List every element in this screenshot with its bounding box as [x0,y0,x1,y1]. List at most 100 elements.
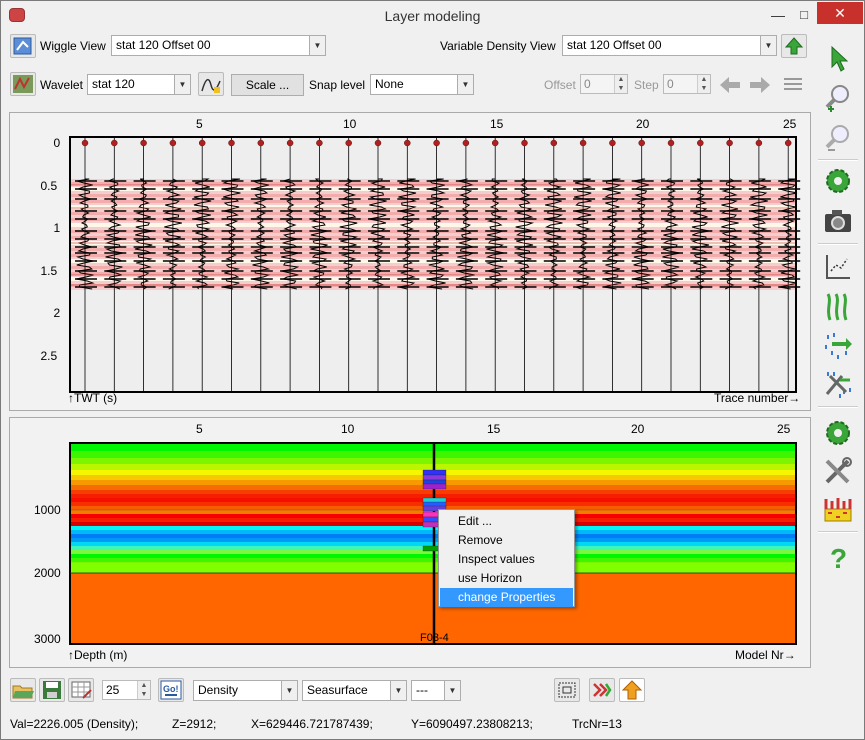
offset-spinner[interactable]: 0 ▲ ▼ [580,74,628,94]
zoom-out-icon[interactable] [822,123,854,155]
snap-level-select[interactable]: None ▼ [370,74,474,95]
trace-marker-dot [433,139,440,147]
x-tick-label: 10 [343,117,357,131]
close-icon[interactable]: ✕ [817,2,863,24]
x-tick-label: 5 [196,117,203,131]
surface-value: Seasurface [307,683,368,697]
wavelet-button[interactable] [10,72,36,96]
chevron-down-icon: ▼ [760,36,776,55]
variable-density-select[interactable]: stat 120 Offset 00 ▼ [562,35,777,56]
camera-icon[interactable] [822,205,854,237]
property-select[interactable]: Density ▼ [193,680,298,701]
trace-marker-dot [140,139,147,147]
trace-marker-dot [345,139,352,147]
surface-select[interactable]: Seasurface ▼ [302,680,407,701]
seismic-wiggle-panel: 5 10 15 20 25 0 0.5 1 1.5 2 2.5 ↑TWT (s) Trace nu… [9,112,811,411]
menu-item-inspect-values[interactable]: Inspect values [440,550,573,569]
wavelet-edit-icon [201,78,221,93]
step-spinner[interactable]: 0 ▲ ▼ [663,74,711,94]
settings2-icon[interactable] [822,417,854,449]
vd-settings-button[interactable] [781,34,807,58]
status-x: X=629446.721787439; [251,717,373,731]
chevron-down-icon: ▼ [309,36,325,55]
y-tick-label: 1000 [34,503,61,517]
seismic-band [71,281,795,284]
wiggle-view-button[interactable] [10,34,36,58]
y-tick-label: 2 [53,306,61,320]
toolbar-separator [818,406,858,408]
scale-button[interactable]: Scale ... [231,74,304,96]
trace-marker-dot [784,139,792,147]
wiggle-view-select[interactable]: stat 120 Offset 00 ▼ [111,35,326,56]
wavelet-icon [13,75,33,93]
extra-select[interactable]: --- ▼ [411,680,461,701]
blocks-icon[interactable] [822,493,854,525]
next-arrow-icon[interactable] [747,73,773,97]
twt-axis-label: ↑TWT (s) [68,391,118,405]
trace-marker-dot [667,139,675,147]
wavelet-select[interactable]: stat 120 ▼ [87,74,191,95]
trace-marker-dot [111,139,118,147]
settings-icon[interactable] [822,165,854,197]
trace-marker-dot [697,139,704,147]
menu-item-remove[interactable]: Remove [440,531,573,550]
trace-marker-dot [550,139,558,147]
save-button[interactable] [39,678,65,702]
seismic-band [71,227,795,230]
model-nr-spinner[interactable]: 25 ▲ ▼ [102,680,151,700]
stack-icon[interactable] [780,73,806,97]
well-name-label: F03-4 [420,632,449,644]
trace-marker-dot [521,139,528,147]
menu-item-use-horizon[interactable]: use Horizon [440,569,573,588]
y-tick-label: 0.5 [40,179,58,193]
maximize-icon[interactable]: □ [791,7,817,25]
x-tick-label: 15 [487,422,501,436]
wavelet-value: stat 120 [92,77,135,91]
step-value: 0 [667,77,674,91]
pointer-icon[interactable] [822,43,854,75]
trace-marker-dot [755,139,763,147]
status-z: Z=2912; [172,717,217,731]
flip-button[interactable] [589,678,615,702]
seismic-band [71,233,795,236]
rain-arrow-icon[interactable] [822,329,854,361]
help-icon[interactable]: ? [822,541,854,574]
open-button[interactable] [10,678,36,702]
x-tick-label: 20 [636,117,650,131]
tools-icon[interactable] [822,455,854,487]
zoom-in-icon[interactable] [822,83,854,115]
menu-item-edit[interactable]: Edit ... [440,512,573,531]
depth-axis-label: ↑Depth (m) [68,648,128,662]
wiggle-icon[interactable] [822,291,854,323]
menu-item-change-properties[interactable]: change Properties [440,588,573,607]
go-button[interactable]: Go! [158,678,184,702]
trace-marker-dot [462,139,470,147]
chart-icon[interactable] [822,251,854,283]
snap-level-label: Snap level [309,78,366,92]
chevron-down-icon: ▼ [457,75,473,94]
property-value: Density [198,683,239,697]
chevron-down-icon: ▼ [390,681,406,700]
minimize-icon[interactable]: — [765,7,791,25]
trace-marker-dot [374,139,382,147]
rain-tools-icon[interactable] [822,368,854,400]
up-arrow-button[interactable] [619,678,645,702]
model-nr-value: 25 [106,683,120,697]
model-plot[interactable] [10,418,810,667]
spinner-arrows-icon: ▲ ▼ [697,75,710,93]
status-trace-nr: TrcNr=13 [572,717,622,731]
toolbar-separator [818,531,858,533]
trace-number-axis-label: Trace number→ [714,391,801,405]
table-edit-button[interactable] [68,678,94,702]
trace-marker-dot [257,139,265,147]
well-log-block [422,474,447,481]
prev-arrow-icon[interactable] [717,73,743,97]
frame-button[interactable] [554,678,580,702]
seismic-plot[interactable] [10,113,810,410]
wavelet-edit-button[interactable] [198,72,224,96]
y-tick-label: 0 [53,136,61,150]
right-toolbar: ? [814,35,862,595]
y-tick-label: 2.5 [40,349,58,363]
svg-text:Go!: Go! [163,684,179,694]
x-tick-label: 15 [490,117,504,131]
